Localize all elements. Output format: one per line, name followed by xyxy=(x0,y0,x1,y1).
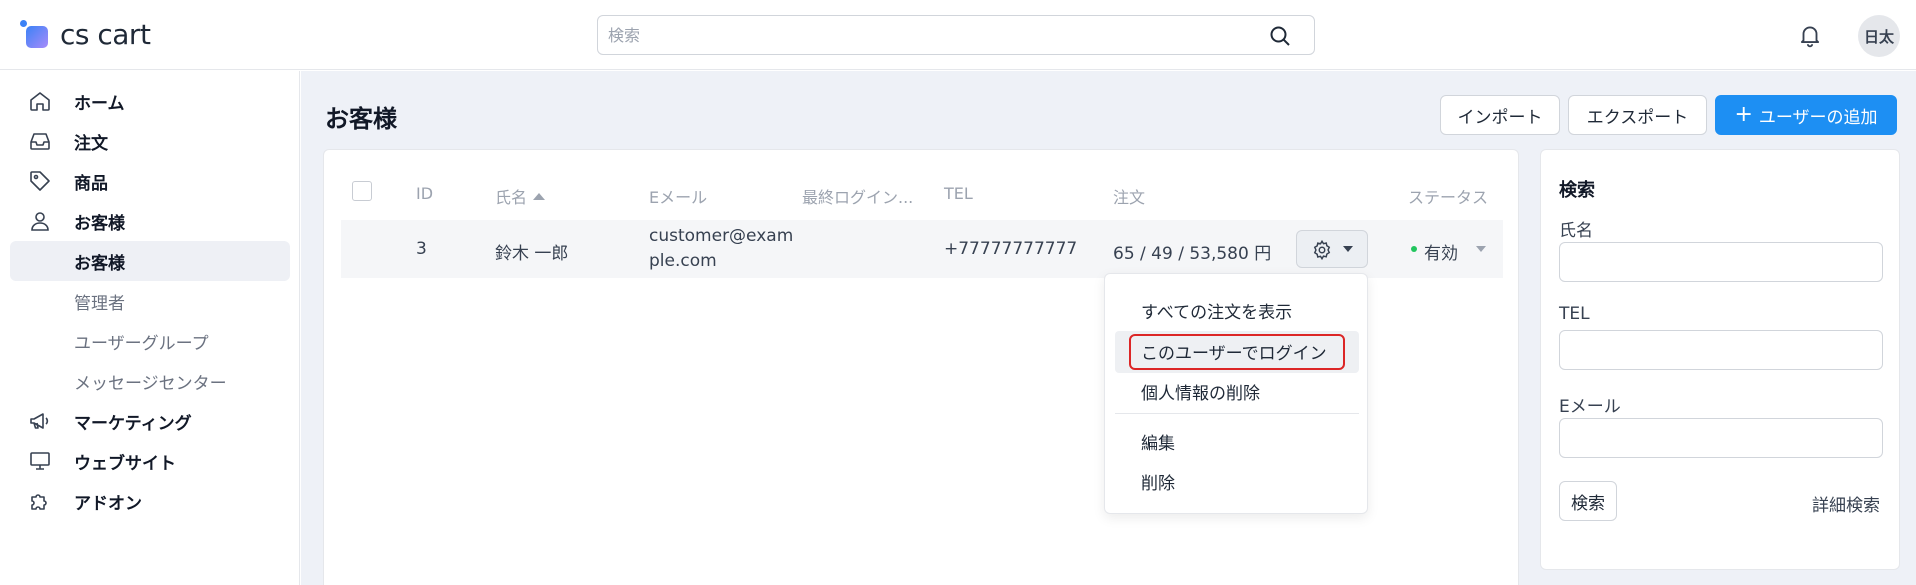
select-all-checkbox[interactable] xyxy=(352,181,372,201)
filter-tel-label: TEL xyxy=(1559,304,1590,324)
column-header-orders[interactable]: 注文 xyxy=(1113,184,1145,208)
sidebar-item-customers[interactable]: お客様 xyxy=(10,201,290,241)
sidebar-item-addons[interactable]: アドオン xyxy=(10,481,290,521)
sidebar-item-label: ユーザーグループ xyxy=(74,333,209,354)
add-user-label: ユーザーの追加 xyxy=(1758,107,1878,128)
puzzle-icon xyxy=(31,494,47,510)
search-icon[interactable] xyxy=(1268,24,1292,48)
sidebar-item-label: ウェブサイト xyxy=(74,453,176,474)
row-orders[interactable]: 65 / 49 / 53,580 円 xyxy=(1113,239,1271,264)
sidebar-subitem-administrators[interactable]: 管理者 xyxy=(10,281,290,321)
export-button[interactable]: エクスポート xyxy=(1568,95,1707,135)
sidebar-item-orders[interactable]: 注文 xyxy=(10,121,290,161)
row-tel: +77777777777 xyxy=(944,239,1078,259)
user-icon xyxy=(31,212,49,231)
sidebar-item-label: メッセージセンター xyxy=(74,373,227,394)
column-header-status[interactable]: ステータス xyxy=(1408,184,1488,208)
home-icon xyxy=(30,92,50,111)
column-header-name[interactable]: 氏名 xyxy=(495,184,546,208)
sidebar-item-marketing[interactable]: マーケティング xyxy=(10,401,290,441)
dropdown-divider xyxy=(1115,413,1359,414)
sidebar-item-label: お客様 xyxy=(74,213,125,234)
status-chevron-down-icon[interactable] xyxy=(1476,246,1486,252)
sidebar-item-website[interactable]: ウェブサイト xyxy=(10,441,290,481)
bell-icon[interactable] xyxy=(1797,22,1823,48)
status-dot-icon xyxy=(1411,246,1417,252)
row-actions-button[interactable] xyxy=(1296,230,1368,268)
global-search xyxy=(597,15,1315,55)
import-button[interactable]: インポート xyxy=(1440,95,1560,135)
sort-ascending-icon xyxy=(533,193,546,200)
filter-search-button[interactable]: 検索 xyxy=(1559,481,1617,521)
menu-item-edit[interactable]: 編集 xyxy=(1141,429,1175,454)
plus-icon: + xyxy=(1734,102,1753,127)
menu-item-delete[interactable]: 削除 xyxy=(1141,469,1175,494)
sidebar-subitem-message-center[interactable]: メッセージセンター xyxy=(10,361,290,401)
filter-tel-input[interactable] xyxy=(1559,330,1883,370)
sidebar-item-label: ホーム xyxy=(74,93,125,114)
menu-item-view-orders[interactable]: すべての注文を表示 xyxy=(1141,298,1292,323)
menu-item-delete-personal-data[interactable]: 個人情報の削除 xyxy=(1141,379,1260,404)
tag-icon xyxy=(30,171,50,191)
column-header-last-login[interactable]: 最終ログイン... xyxy=(802,184,913,208)
row-email-line1: customer@exam xyxy=(649,226,794,246)
sidebar-item-home[interactable]: ホーム xyxy=(10,81,290,121)
sidebar-item-label: 管理者 xyxy=(74,293,125,314)
filter-name-label: 氏名 xyxy=(1559,221,1593,241)
row-id: 3 xyxy=(416,239,427,259)
column-header-email[interactable]: Eメール xyxy=(649,184,707,208)
filter-name-input[interactable] xyxy=(1559,242,1883,282)
row-status[interactable]: 有効 xyxy=(1424,239,1458,264)
row-email-line2: ple.com xyxy=(649,251,717,271)
chevron-down-icon xyxy=(1343,246,1353,252)
gear-icon xyxy=(1313,239,1331,261)
sidebar-item-label: マーケティング xyxy=(74,413,192,434)
column-header-name-label: 氏名 xyxy=(495,188,528,207)
logo-mark-icon xyxy=(20,19,50,50)
sidebar-item-products[interactable]: 商品 xyxy=(10,161,290,201)
page-title: お客様 xyxy=(325,105,397,133)
top-bar: cs cart 日太 xyxy=(0,0,1916,70)
table-row[interactable]: 3 鈴木 一郎 customer@exam ple.com +777777777… xyxy=(341,220,1503,278)
sidebar-subitem-customers[interactable]: お客様 xyxy=(10,241,290,281)
sidebar-item-label: 商品 xyxy=(74,173,108,194)
avatar[interactable]: 日太 xyxy=(1858,15,1900,57)
filter-email-label: Eメール xyxy=(1559,397,1621,417)
filter-title: 検索 xyxy=(1559,180,1595,201)
global-search-input[interactable] xyxy=(598,16,1238,54)
inbox-icon xyxy=(30,133,50,150)
monitor-icon xyxy=(30,452,50,470)
filter-email-input[interactable] xyxy=(1559,418,1883,458)
logo[interactable]: cs cart xyxy=(20,18,151,51)
row-name[interactable]: 鈴木 一郎 xyxy=(495,239,568,264)
column-header-tel[interactable]: TEL xyxy=(944,184,973,203)
megaphone-icon xyxy=(30,413,49,429)
column-header-id[interactable]: ID xyxy=(416,184,433,203)
row-actions-dropdown: すべての注文を表示 このユーザーでログイン 個人情報の削除 編集 削除 xyxy=(1104,273,1368,514)
add-user-button[interactable]: + ユーザーの追加 xyxy=(1715,95,1897,135)
logo-text: cs cart xyxy=(60,18,151,51)
sidebar-item-label: 注文 xyxy=(74,133,108,154)
search-filter-panel: 検索 氏名 TEL Eメール 検索 詳細検索 xyxy=(1540,149,1900,570)
menu-item-login-as-user[interactable]: このユーザーでログイン xyxy=(1141,339,1327,364)
sidebar: ホーム 注文 商品 お客様 お客様 管理者 ユーザーグループ メッセージセンター… xyxy=(0,71,300,585)
sidebar-item-label: お客様 xyxy=(74,253,125,274)
sidebar-item-label: アドオン xyxy=(74,493,142,514)
advanced-search-link[interactable]: 詳細検索 xyxy=(1812,491,1880,516)
sidebar-subitem-user-groups[interactable]: ユーザーグループ xyxy=(10,321,290,361)
